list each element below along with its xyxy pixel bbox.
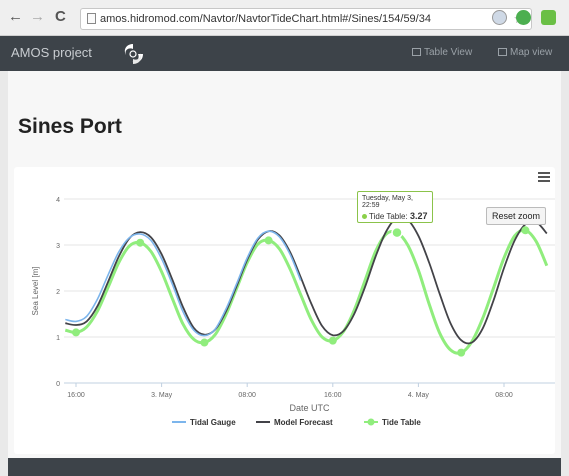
extension-icon[interactable] — [492, 10, 507, 25]
forward-icon[interactable]: → — [30, 8, 45, 26]
brand-name[interactable]: AMOS project — [11, 45, 92, 60]
tide-table-marker — [200, 338, 209, 347]
app-navbar: AMOS project Table View Map view — [0, 36, 569, 71]
x-tick-label: 3. May — [151, 392, 173, 399]
tide-chart[interactable]: 0 1 2 3 4 16:00 3. May 08:00 16:00 4. May 08:00 S… — [14, 167, 555, 454]
chart-menu-icon[interactable] — [538, 172, 550, 182]
page-title: Sines Port — [18, 115, 122, 138]
browser-toolbar: ← → C amos.hidromod.com/Navtor/NavtorTid… — [0, 0, 569, 36]
nav-table-view[interactable]: Table View — [412, 47, 472, 58]
hover-marker — [391, 226, 403, 239]
evernote-icon[interactable] — [516, 10, 531, 25]
back-icon[interactable]: ← — [8, 8, 23, 26]
chart-legend: Tidal Gauge Model Forecast Tide Table — [172, 418, 421, 427]
tooltip-value: 3.27 — [409, 211, 428, 221]
y-axis-ticks: 0 1 2 3 4 — [56, 197, 60, 388]
tide-table-marker — [521, 226, 530, 235]
x-axis-label: Date UTC — [289, 403, 330, 413]
chart-grid — [64, 198, 555, 384]
tooltip-series: Tide Table: — [369, 212, 408, 221]
chart-series — [64, 215, 549, 355]
legend-item-label: Tide Table — [382, 418, 421, 427]
series-line-model-forecast — [65, 215, 548, 345]
y-tick-label: 3 — [56, 243, 60, 250]
tooltip-dot-icon — [362, 214, 367, 219]
skype-icon[interactable] — [541, 10, 556, 25]
url-text: amos.hidromod.com/Navtor/NavtorTideChart… — [100, 13, 431, 25]
x-tick-label: 4. May — [408, 392, 430, 399]
table-icon — [412, 48, 421, 56]
map-icon — [498, 48, 507, 56]
tide-table-marker — [328, 336, 337, 345]
tide-table-marker — [457, 348, 466, 357]
x-axis-ticks: 16:00 3. May 08:00 16:00 4. May 08:00 — [67, 383, 513, 399]
tide-table-marker — [72, 328, 80, 337]
y-tick-label: 4 — [56, 197, 60, 204]
y-tick-label: 0 — [56, 381, 60, 388]
x-tick-label: 16:00 — [324, 392, 342, 399]
series-line-tidal-gauge — [65, 230, 302, 337]
tide-table-marker — [264, 236, 273, 245]
reset-zoom-button[interactable]: Reset zoom — [486, 207, 547, 225]
footer-bar — [8, 458, 561, 476]
address-bar[interactable]: amos.hidromod.com/Navtor/NavtorTideChart… — [80, 8, 532, 30]
y-tick-label: 2 — [56, 289, 60, 296]
legend-item-label: Model Forecast — [274, 418, 333, 427]
page-content: Sines Port 0 1 2 3 4 16:00 3. May 08:00 16:00 4.… — [8, 71, 561, 467]
x-tick-label: 08:00 — [495, 392, 513, 399]
page-icon — [87, 13, 96, 24]
tooltip-date: Tuesday, May 3, 22:59 — [362, 195, 413, 209]
legend-item-label: Tidal Gauge — [190, 418, 236, 427]
y-axis-label: Sea Level [m] — [31, 267, 40, 316]
x-tick-label: 16:00 — [67, 392, 85, 399]
reload-icon[interactable]: C — [55, 8, 66, 26]
nav-map-view[interactable]: Map view — [498, 47, 552, 58]
y-tick-label: 1 — [56, 335, 60, 342]
swirl-logo-icon — [124, 44, 143, 64]
x-tick-label: 08:00 — [238, 392, 256, 399]
legend-marker — [367, 418, 375, 426]
tide-chart-card: 0 1 2 3 4 16:00 3. May 08:00 16:00 4. May 08:00 S… — [14, 167, 555, 454]
tide-table-marker — [136, 238, 145, 247]
chart-tooltip: Tuesday, May 3, 22:59 Tide Table: 3.27 — [357, 191, 433, 223]
